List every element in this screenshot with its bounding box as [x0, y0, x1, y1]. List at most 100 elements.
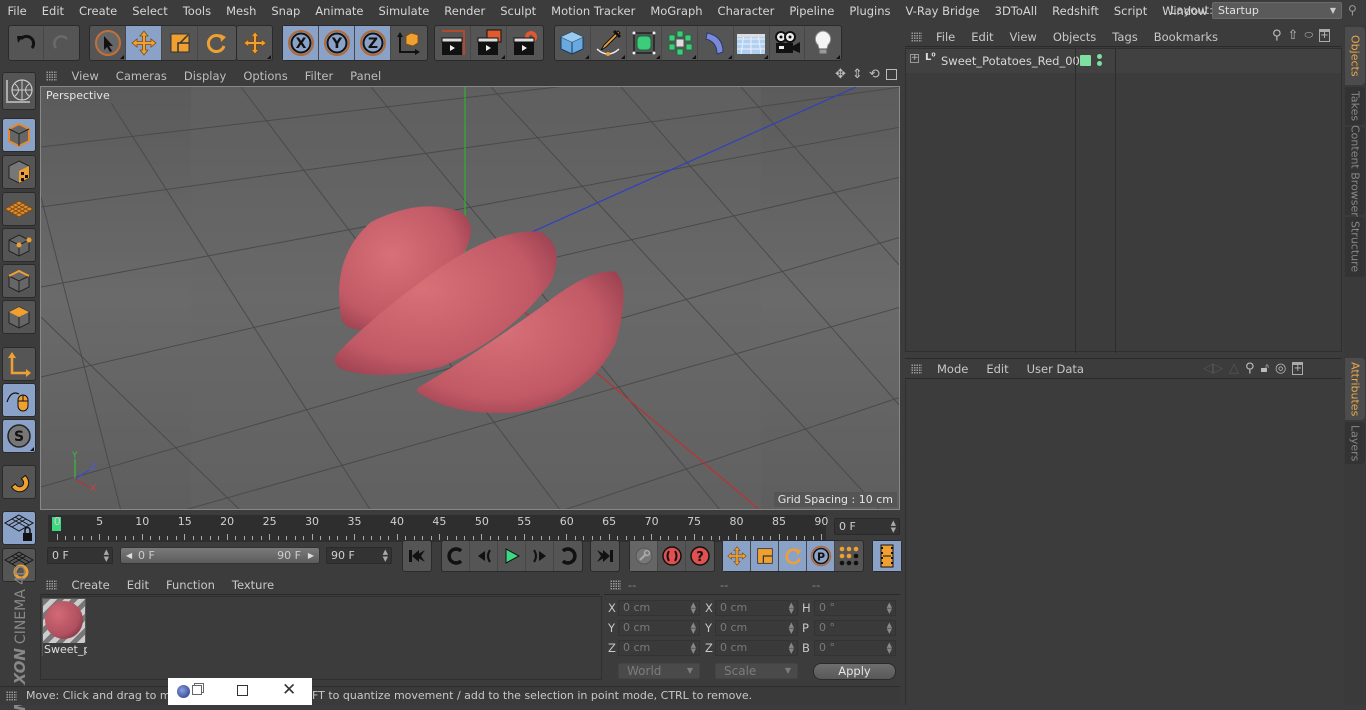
scale-tool-button[interactable]: [162, 26, 198, 60]
viewport-menu-display[interactable]: Display: [175, 69, 234, 83]
spinner-icon[interactable]: ▲ ▼: [891, 520, 896, 534]
search-icon[interactable]: ⚲: [1245, 361, 1255, 376]
search-icon[interactable]: ⚲: [1272, 28, 1282, 43]
up-icon[interactable]: △: [1229, 361, 1239, 376]
spinner-icon[interactable]: ▲ ▼: [383, 549, 388, 563]
menu-mograph[interactable]: MoGraph: [643, 4, 710, 18]
zoom-view-icon[interactable]: ⇕: [852, 67, 863, 82]
panel-grip-icon[interactable]: [46, 70, 57, 81]
texture-mode-button[interactable]: [2, 155, 36, 189]
deformer-button[interactable]: [698, 26, 734, 60]
spinner-icon[interactable]: ▲ ▼: [887, 602, 892, 615]
spinner-icon[interactable]: ▲ ▼: [887, 622, 892, 635]
previous-key-button[interactable]: [442, 541, 470, 571]
move-tool-button[interactable]: [126, 26, 162, 60]
menu-tools[interactable]: Tools: [175, 4, 218, 18]
menu-character[interactable]: Character: [710, 4, 782, 18]
live-selection-button[interactable]: [90, 26, 126, 60]
menu-redshift[interactable]: Redshift: [1045, 4, 1107, 18]
pos-x-field[interactable]: 0 cm ▲ ▼: [618, 600, 700, 616]
new-panel-icon[interactable]: +: [1318, 29, 1330, 42]
tab-takes[interactable]: Takes: [1345, 87, 1365, 125]
edges-mode-button[interactable]: [2, 264, 36, 298]
target-icon[interactable]: ◎: [1275, 361, 1286, 376]
back-icon[interactable]: ◁▷: [1203, 361, 1223, 376]
viewport-3d[interactable]: Y Z X Perspective Grid Spacing : 10 cm: [40, 86, 900, 510]
lock-icon[interactable]: 🔓︎: [1261, 361, 1269, 376]
size-z-field[interactable]: 0 cm ▲ ▼: [715, 640, 798, 656]
menu-create[interactable]: Create: [72, 4, 125, 18]
material-menu-edit[interactable]: Edit: [118, 578, 157, 592]
camera-label[interactable]: Perspective: [43, 88, 113, 103]
object-menu-objects[interactable]: Objects: [1045, 30, 1104, 44]
lock-workplane-button[interactable]: [2, 511, 36, 545]
menu-script[interactable]: Script: [1106, 4, 1154, 18]
render-picture-viewer-button[interactable]: [471, 26, 507, 60]
key-rotation-button[interactable]: [779, 541, 807, 571]
rot-b-field[interactable]: 0 ° ▲ ▼: [814, 640, 896, 656]
rot-p-field[interactable]: 0 ° ▲ ▼: [814, 620, 896, 636]
axis-mode-button[interactable]: [2, 347, 36, 381]
tab-content-browser[interactable]: Content Browser: [1345, 125, 1365, 217]
attributes-menu-mode[interactable]: Mode: [928, 362, 977, 376]
tab-objects[interactable]: Objects: [1345, 27, 1365, 85]
make-editable-button[interactable]: [2, 72, 36, 110]
panel-grip-icon[interactable]: [610, 579, 621, 590]
rotate-tool-button[interactable]: [198, 26, 234, 60]
render-settings-button[interactable]: [507, 26, 543, 60]
redo-button[interactable]: [44, 26, 79, 60]
material-menu-texture[interactable]: Texture: [223, 578, 282, 592]
key-point-level-button[interactable]: [835, 541, 863, 571]
next-key-button[interactable]: [554, 541, 582, 571]
spinner-icon[interactable]: ▲ ▼: [789, 642, 794, 655]
maximize-icon[interactable]: [237, 685, 248, 696]
pos-y-field[interactable]: 0 cm ▲ ▼: [618, 620, 700, 636]
range-right-arrow-icon[interactable]: ▶: [308, 548, 314, 563]
move-view-icon[interactable]: ✥: [835, 67, 846, 82]
model-mode-button[interactable]: [2, 118, 36, 152]
camera-button[interactable]: [770, 26, 806, 60]
menu-select[interactable]: Select: [125, 4, 175, 18]
toggle-layout-icon[interactable]: [885, 69, 897, 80]
viewport-menu-cameras[interactable]: Cameras: [107, 69, 175, 83]
undo-button[interactable]: [9, 26, 45, 60]
tab-structure[interactable]: Structure: [1345, 217, 1365, 277]
menu-render[interactable]: Render: [437, 4, 493, 18]
spinner-icon[interactable]: ▲ ▼: [887, 642, 892, 655]
recent-tool-button[interactable]: [237, 26, 272, 60]
tab-layers[interactable]: Layers: [1345, 422, 1365, 464]
x-axis-button[interactable]: X: [283, 26, 319, 60]
subdivision-surface-button[interactable]: [627, 26, 663, 60]
y-axis-button[interactable]: Y: [319, 26, 355, 60]
material-menu-create[interactable]: Create: [63, 578, 118, 592]
visibility-icon[interactable]: ⬭: [1304, 30, 1313, 41]
menu-snap[interactable]: Snap: [264, 4, 308, 18]
menu-mesh[interactable]: Mesh: [219, 4, 264, 18]
motion-record-button[interactable]: [630, 541, 658, 571]
object-menu-tags[interactable]: Tags: [1104, 30, 1145, 44]
object-menu-edit[interactable]: Edit: [963, 30, 1001, 44]
render-visibility-dot[interactable]: [1097, 61, 1102, 66]
tweak-mode-button[interactable]: [2, 383, 36, 417]
menu-simulate[interactable]: Simulate: [371, 4, 437, 18]
start-frame-field[interactable]: 0 F ▲ ▼: [47, 547, 113, 564]
coordinate-system-button[interactable]: [391, 26, 427, 60]
menu-vray-bridge[interactable]: V-Ray Bridge: [898, 4, 987, 18]
menu-sculpt[interactable]: Sculpt: [493, 4, 544, 18]
panel-grip-icon[interactable]: [911, 31, 922, 42]
tab-attributes[interactable]: Attributes: [1345, 358, 1365, 420]
viewport-menu-options[interactable]: Options: [235, 69, 296, 83]
spinner-icon[interactable]: ▲ ▼: [691, 602, 696, 615]
material-menu-function[interactable]: Function: [158, 578, 224, 592]
menu-edit[interactable]: Edit: [34, 4, 71, 18]
size-y-field[interactable]: 0 cm ▲ ▼: [715, 620, 798, 636]
spinner-icon[interactable]: ▲ ▼: [691, 642, 696, 655]
object-row[interactable]: + L⁰ Sweet_Potatoes_Red_001: [906, 49, 1341, 353]
go-to-end-button[interactable]: [591, 541, 619, 571]
menu-file[interactable]: File: [0, 4, 34, 18]
polygons-mode-button[interactable]: [2, 300, 36, 334]
size-x-field[interactable]: 0 cm ▲ ▼: [715, 600, 798, 616]
rot-h-field[interactable]: 0 ° ▲ ▼: [814, 600, 896, 616]
floor-button[interactable]: [734, 26, 770, 60]
apply-button[interactable]: Apply: [813, 663, 896, 680]
